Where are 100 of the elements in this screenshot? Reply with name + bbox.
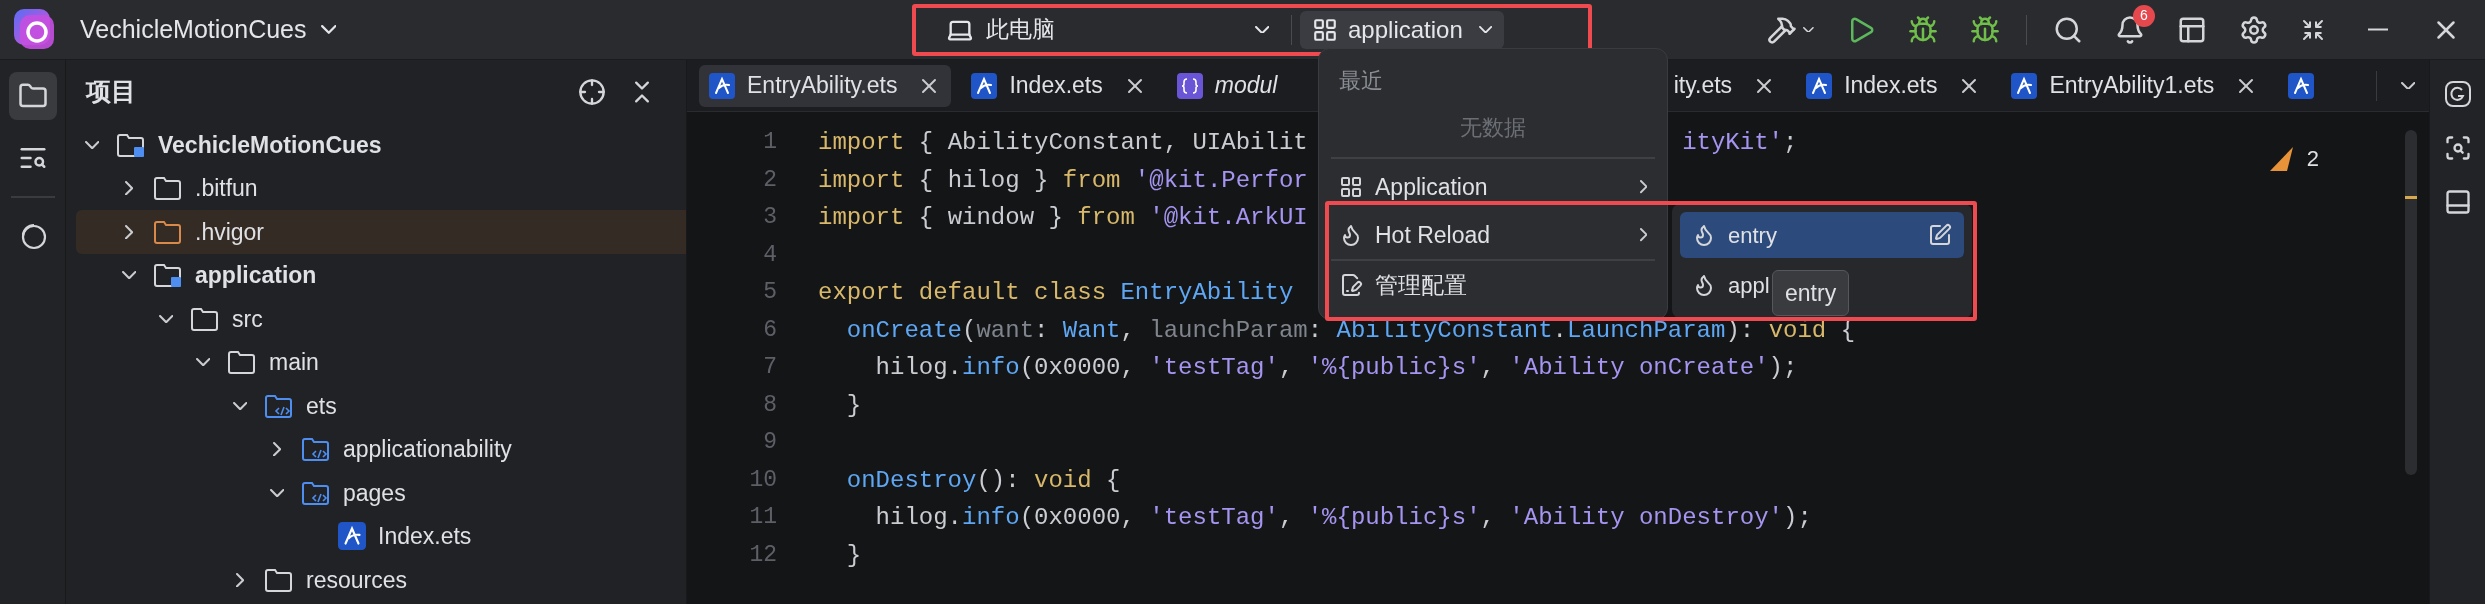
folder-icon [153, 218, 183, 245]
project-switcher[interactable]: VechicleMotionCues [80, 10, 337, 49]
folder-icon [190, 305, 220, 332]
chevron-right-icon[interactable] [125, 224, 133, 239]
code-line: } [845, 540, 862, 571]
submenu-item[interactable]: entry [1680, 212, 1964, 258]
tree-item[interactable]: .bitfun [76, 166, 686, 210]
chevron-right-icon[interactable] [125, 181, 133, 196]
code-line: hilog.info(0x0000, 'testTag', '%{public}s', 'Ability onDestroy'); [874, 503, 1812, 533]
tree-item[interactable]: VechicleMotionCues [76, 123, 686, 167]
tree-item[interactable]: applicationability [76, 427, 686, 471]
folder-icon [153, 175, 183, 202]
settings-button[interactable] [2239, 14, 2269, 45]
notification-badge: 6 [2133, 4, 2155, 27]
braces-file-icon [1176, 72, 1203, 99]
source-folder-icon [264, 392, 294, 419]
empty-state-text: 无数据 [1459, 114, 1527, 142]
chevron-down-icon[interactable] [195, 358, 211, 367]
tree-item-label: src [232, 304, 263, 334]
code-line: import { window } from '@kit.ArkUI [818, 203, 1308, 233]
source-folder-icon [301, 436, 331, 463]
grid-icon [1339, 175, 1363, 199]
chevron-down-icon[interactable] [269, 488, 285, 497]
tab-label: EntryAbility1.ets [2049, 71, 2215, 101]
ark-file-icon [338, 522, 366, 551]
tree-item[interactable]: .hvigor [76, 210, 686, 254]
tab-label: modul [1214, 71, 1278, 101]
panel-icon[interactable] [2443, 188, 2472, 216]
ark-file-icon [2011, 72, 2038, 99]
tree-item-label: VechicleMotionCues [158, 130, 382, 160]
chevron-down-icon [320, 25, 337, 34]
editor-tab[interactable]: ity.ets [1663, 64, 1787, 107]
module-folder-icon [116, 131, 146, 158]
restore-button[interactable] [2301, 17, 2325, 42]
editor-tab[interactable]: EntryAbility1.ets [2001, 64, 2269, 107]
chevron-right-icon[interactable] [273, 442, 281, 457]
scroll-marker [2405, 196, 2417, 199]
chevron-right-icon[interactable] [236, 572, 244, 587]
tree-item[interactable]: ets [76, 384, 686, 428]
device-selector[interactable]: 此电脑 [916, 7, 1291, 52]
attach-debugger-button[interactable] [1970, 14, 2000, 45]
chevron-down-icon[interactable] [121, 271, 137, 280]
code-line: onDestroy(): void { [845, 465, 1121, 496]
line-number: 9 [762, 428, 777, 457]
scrollbar[interactable] [2405, 130, 2417, 475]
code-line: import { AbilityConstant, UIAbilit [818, 128, 1308, 158]
line-number: 8 [762, 390, 777, 420]
tree-item[interactable]: Index.ets [76, 514, 686, 558]
caret-icon [1803, 26, 1814, 33]
chevron-down-icon[interactable] [232, 401, 248, 410]
line-number: 6 [762, 315, 777, 345]
code-line: export default class EntryAbility [818, 278, 1294, 308]
line-number: 4 [762, 240, 777, 270]
tree-item-label: application [195, 261, 317, 290]
menu-section-header: 最近 [1338, 67, 1384, 95]
tree-item[interactable]: pages [76, 471, 686, 515]
bug-icon [1908, 14, 1938, 45]
tooltip: entry [1772, 270, 1850, 316]
editor-tab[interactable]: modul [1166, 64, 1292, 107]
chevron-down-icon[interactable] [84, 140, 100, 149]
edit-document-icon [1339, 273, 1363, 297]
settings-icon [2239, 14, 2269, 45]
activity-bar-item[interactable] [8, 72, 57, 120]
debug-button[interactable] [1908, 14, 1938, 45]
tree-item-label: ets [306, 391, 337, 421]
tree-item[interactable]: resources [76, 558, 686, 602]
editor-tab[interactable]: Index.ets [961, 64, 1157, 107]
menu-item[interactable]: Application [1331, 163, 1655, 211]
code-line: } [845, 390, 862, 421]
chevron-down-icon[interactable] [158, 314, 174, 323]
line-number: 12 [748, 540, 777, 570]
menu-item[interactable]: Hot Reload [1331, 211, 1655, 259]
tab-label: Index.ets [1009, 71, 1103, 101]
line-number: 3 [762, 203, 777, 232]
line-number: 2 [762, 165, 777, 195]
shrink-icon [2301, 17, 2325, 42]
module-folder-icon [153, 262, 183, 289]
locate-button[interactable] [578, 77, 606, 106]
inspection-widget[interactable]: 2 [2266, 142, 2319, 175]
line-number: 10 [748, 465, 777, 495]
tab-label: Index.ets [1844, 71, 1938, 101]
search-panel-icon[interactable] [2443, 134, 2472, 162]
tree-item-label: main [269, 348, 319, 377]
tab-label: EntryAbility.ets [747, 71, 898, 101]
chevron-down-icon [2400, 81, 2415, 90]
chevron-down-icon [1254, 25, 1269, 34]
editor-tab[interactable]: EntryAbility.ets [699, 64, 952, 107]
tree-item-label: .bitfun [195, 174, 258, 203]
menu-item[interactable]: 管理配置 [1331, 261, 1655, 309]
tree-item[interactable]: application [76, 253, 686, 297]
tree-item[interactable]: main [76, 340, 686, 384]
tree-item[interactable]: src [76, 297, 686, 341]
module-selector[interactable]: application [1300, 10, 1504, 49]
tree-item-label: .hvigor [195, 217, 265, 247]
assistant-icon[interactable] [2443, 80, 2472, 108]
edit-icon[interactable] [1928, 223, 1952, 247]
tree-item-label: Index.ets [378, 522, 472, 551]
code-line: ityKit'; [1682, 128, 1798, 158]
editor-tab[interactable]: Index.ets [1796, 64, 1992, 107]
code-line: hilog.info(0x0000, 'testTag', '%{public}s', 'Ability onCreate'); [874, 353, 1798, 383]
